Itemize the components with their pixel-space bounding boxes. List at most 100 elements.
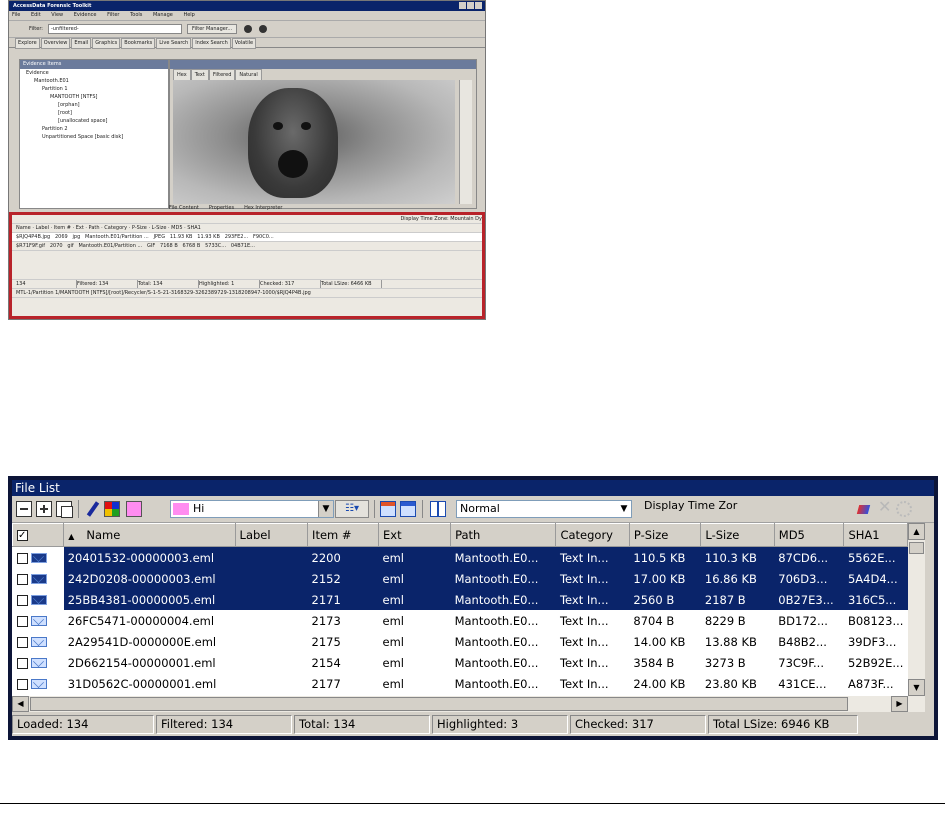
column-header-psize[interactable]: P-Size bbox=[628, 523, 702, 547]
thumb-column-headers: Name · Label · Item # · Ext · Path · Cat… bbox=[12, 224, 482, 233]
thumb-viewer-tabs: Hex Text Filtered Natural bbox=[170, 69, 476, 81]
scroll-down-icon[interactable]: ▼ bbox=[908, 679, 925, 696]
thumb-menu-item: File bbox=[12, 12, 21, 18]
clear-color-icon[interactable] bbox=[856, 501, 872, 515]
column-header-item[interactable]: Item # bbox=[307, 523, 380, 547]
column-header-lsize[interactable]: L-Size bbox=[700, 523, 775, 547]
cell-psize: 2560 B bbox=[629, 589, 701, 610]
cell-psize: 14.00 KB bbox=[633, 634, 686, 649]
row-checkbox[interactable] bbox=[16, 636, 28, 648]
column-settings-button[interactable]: ☷▾ bbox=[335, 500, 369, 518]
vertical-scroll-thumb[interactable] bbox=[909, 542, 924, 554]
table-header-row: ▲Name Label Item # Ext Path Category P-S… bbox=[12, 523, 908, 547]
row-checkbox[interactable] bbox=[16, 594, 28, 606]
cell-sha1: 316C5... bbox=[843, 589, 908, 610]
vertical-scrollbar[interactable]: ▲ ▼ bbox=[908, 523, 925, 696]
cell-label bbox=[235, 673, 308, 694]
collapse-all-icon[interactable] bbox=[16, 501, 32, 517]
column-header-name[interactable]: ▲ Name bbox=[63, 523, 236, 547]
pen-icon[interactable] bbox=[84, 501, 100, 517]
thumb-menu-item: Manage bbox=[152, 12, 173, 18]
table-row[interactable]: 2D662154-00000001.eml 2154 eml Mantooth.E0.… bbox=[13, 652, 908, 673]
cell-lsize: 3273 B bbox=[704, 655, 746, 670]
cell-ext: eml bbox=[378, 568, 451, 589]
cell-md5: 431CE... bbox=[778, 676, 827, 691]
email-icon bbox=[30, 658, 47, 668]
thumb-tree-node: [unallocated space] bbox=[58, 118, 108, 124]
calendar-alt-icon[interactable] bbox=[400, 501, 416, 517]
horizontal-scroll-thumb[interactable] bbox=[30, 697, 848, 711]
thumb-cross-icon bbox=[259, 25, 268, 33]
thumb-row: $R71F9F.gif 2070 gif Mantooth.E01/Partit… bbox=[12, 242, 482, 251]
cell-md5: 73C9F... bbox=[778, 655, 824, 670]
row-checkbox-cell bbox=[13, 631, 64, 652]
split-panel-icon[interactable] bbox=[430, 501, 446, 517]
check-all-checkbox[interactable] bbox=[17, 530, 28, 541]
column-header-category[interactable]: Category bbox=[555, 523, 630, 547]
cell-name: 31D0562C-00000001.eml bbox=[67, 676, 217, 691]
cell-category: Text In... bbox=[559, 676, 609, 691]
thumb-tree-node: [orphan] bbox=[58, 102, 80, 108]
thumb-tree-node: [root] bbox=[58, 110, 72, 116]
horizontal-scrollbar[interactable]: ◀ ▶ bbox=[12, 696, 925, 712]
thumb-window-controls bbox=[458, 2, 482, 13]
thumb-menu-item: Filter bbox=[107, 12, 120, 18]
cell-lsize: 13.88 KB bbox=[704, 634, 757, 649]
scroll-left-icon[interactable]: ◀ bbox=[12, 696, 29, 712]
scroll-right-icon[interactable]: ▶ bbox=[891, 696, 908, 712]
status-loaded: Loaded: 134 bbox=[12, 715, 154, 734]
thumb-menu-item: Edit bbox=[30, 12, 41, 18]
check-all-header[interactable] bbox=[12, 523, 65, 547]
thumb-tree-node: MANTOOTH [NTFS] bbox=[50, 94, 98, 100]
page-divider bbox=[0, 803, 945, 804]
thumb-menu-item: Evidence bbox=[73, 12, 97, 18]
expand-all-icon[interactable] bbox=[36, 501, 52, 517]
thumb-bottom-tab: File Content bbox=[169, 205, 199, 211]
view-mode-select[interactable]: Normal ▼ bbox=[456, 500, 632, 518]
color-palette-icon[interactable] bbox=[104, 501, 120, 517]
copy-list-icon[interactable] bbox=[56, 501, 73, 518]
cell-lsize: 23.80 KB bbox=[704, 676, 757, 691]
email-icon bbox=[30, 637, 47, 647]
color-select[interactable]: Hi ▼ bbox=[170, 500, 334, 518]
row-checkbox[interactable] bbox=[16, 552, 28, 564]
close-icon[interactable]: ✕ bbox=[878, 499, 891, 515]
row-checkbox[interactable] bbox=[16, 678, 28, 690]
table-row[interactable]: 2A29541D-0000000E.eml 2175 eml Mantooth.E0.… bbox=[13, 631, 908, 652]
column-header-sha1[interactable]: SHA1 bbox=[843, 523, 908, 547]
chevron-down-icon[interactable]: ▼ bbox=[617, 501, 631, 517]
scroll-up-icon[interactable]: ▲ bbox=[908, 523, 925, 540]
row-checkbox[interactable] bbox=[16, 615, 28, 627]
row-checkbox[interactable] bbox=[16, 573, 28, 585]
column-header-ext[interactable]: Ext bbox=[378, 523, 452, 547]
column-header-md5[interactable]: MD5 bbox=[773, 523, 845, 547]
cell-category: Text In... bbox=[559, 613, 609, 628]
thumb-title-bar: AccessData Forensic Toolkit bbox=[9, 1, 485, 11]
table-row[interactable]: 26FC5471-00000004.eml 2173 eml Mantooth.E0.… bbox=[13, 610, 908, 631]
table-row[interactable]: 20401532-00000003.eml 2200 eml Mantooth.E0.… bbox=[12, 546, 908, 568]
chevron-down-icon[interactable]: ▼ bbox=[318, 501, 333, 517]
row-checkbox[interactable] bbox=[16, 657, 28, 669]
display-time-zone-label: Display Time Zor bbox=[644, 499, 738, 512]
status-filtered: Filtered: 134 bbox=[156, 715, 292, 734]
cell-lsize: 110.3 KB bbox=[700, 546, 775, 568]
color-swatch-icon[interactable] bbox=[126, 501, 142, 517]
cell-item: 2152 bbox=[307, 568, 379, 589]
table-row[interactable]: 242D0208-00000003.eml 2152 eml Mantooth.E0.… bbox=[12, 568, 908, 589]
thumb-tab: Index Search bbox=[192, 38, 231, 49]
thumb-side-panel bbox=[459, 80, 472, 204]
cell-md5: BD172... bbox=[778, 613, 828, 628]
color-swatch bbox=[173, 503, 189, 515]
cell-path: Mantooth.E0... bbox=[454, 676, 539, 691]
column-header-label[interactable]: Label bbox=[234, 523, 309, 547]
table-row[interactable]: 31D0562C-00000001.eml 2177 eml Mantooth.E0.… bbox=[13, 673, 908, 694]
thumb-tree-node: Partition 1 bbox=[42, 86, 68, 92]
table-row[interactable]: 25BB4381-00000005.eml 2171 eml Mantooth.E0.… bbox=[12, 589, 908, 610]
calendar-icon[interactable] bbox=[380, 501, 396, 517]
cell-sha1: B08123... bbox=[847, 613, 904, 628]
row-checkbox-cell bbox=[13, 673, 64, 694]
column-header-path[interactable]: Path bbox=[450, 523, 557, 547]
thumb-chimpanzee-photo bbox=[173, 80, 455, 204]
thumb-tab-bar: Explore Overview Email Graphics Bookmarks Liv… bbox=[9, 38, 485, 49]
thumb-viewer-pane: Hex Text Filtered Natural bbox=[169, 59, 477, 209]
